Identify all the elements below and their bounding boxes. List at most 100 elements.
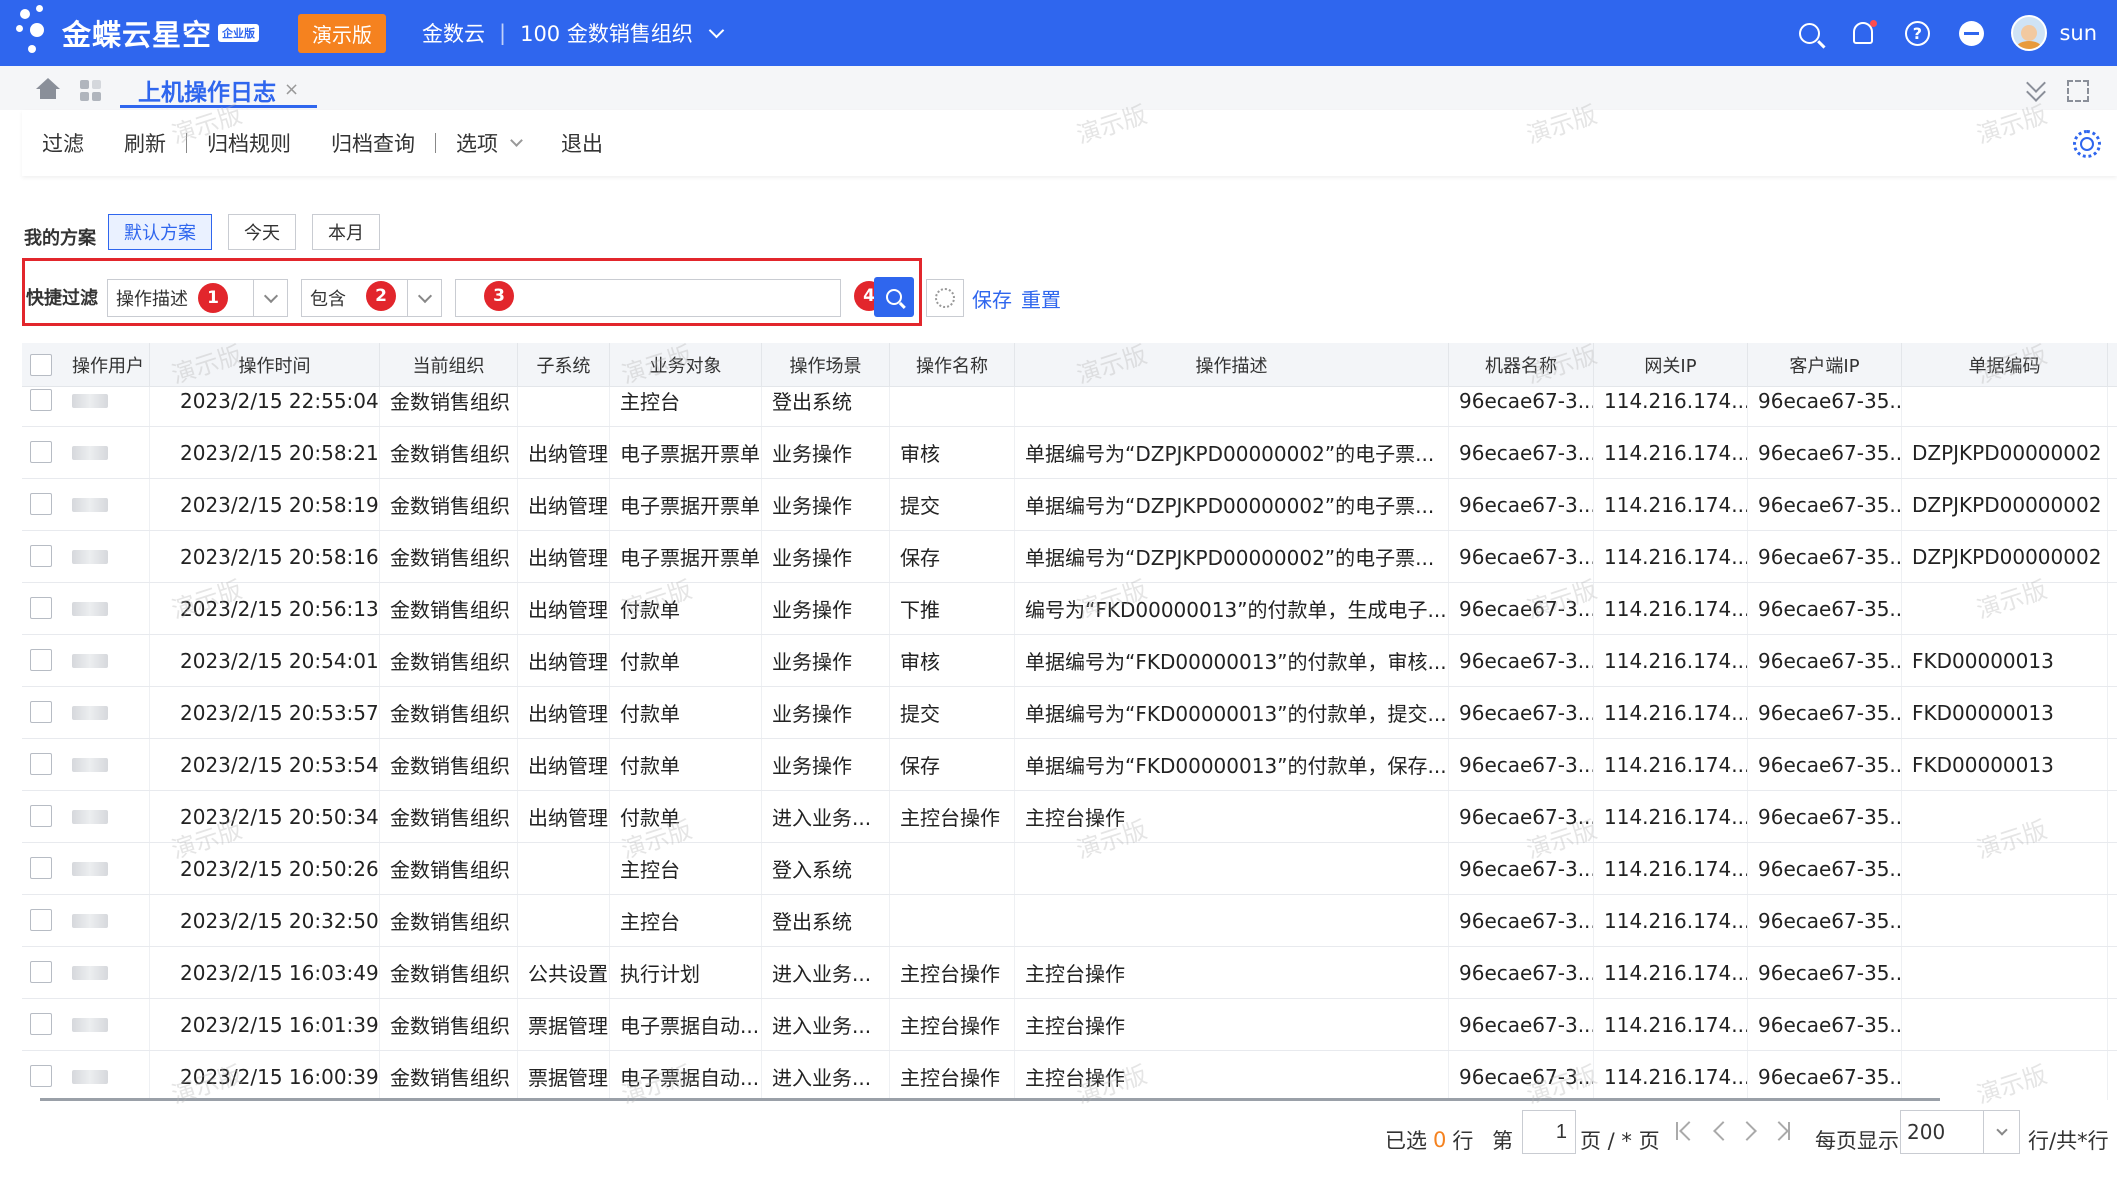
avatar[interactable] xyxy=(2011,15,2048,51)
table-row[interactable]: 2023/2/15 20:58:19 金数销售组织 出纳管理 电子票据开票单 业务操作提… xyxy=(22,479,2117,531)
chevron-down-icon xyxy=(1983,1111,2019,1153)
column-header-gateway-ip[interactable]: 网关IP xyxy=(1594,343,1748,387)
table-row[interactable]: 2023/2/15 20:53:54 金数销售组织 出纳管理 付款单 业务操作 保存 单据编… xyxy=(22,739,2117,791)
row-checkbox[interactable] xyxy=(30,1065,52,1087)
horizontal-scrollbar[interactable] xyxy=(40,1098,1940,1101)
column-header-operation-time[interactable]: 操作时间 xyxy=(170,343,380,387)
table-row[interactable]: 2023/2/15 20:32:50 金数销售组织 主控台 登出系统 96ecae67-… xyxy=(22,895,2117,947)
app-logo[interactable]: 金蝶云星空 企业版 xyxy=(16,5,286,61)
cell-operator-user xyxy=(62,1051,150,1100)
table-row[interactable]: 2023/2/15 16:00:39 金数销售组织 票据管理 电子票据自动... 进入业… xyxy=(22,1051,2117,1100)
collapse-icon[interactable] xyxy=(2025,78,2047,100)
table-row[interactable]: 2023/2/15 20:53:57 金数销售组织 出纳管理 付款单 业务操作 提交 单据编… xyxy=(22,687,2117,739)
per-page-select[interactable]: 200 xyxy=(1900,1110,2020,1154)
cell-machine-name: 96ecae67-3... xyxy=(1449,791,1594,842)
help-icon[interactable]: ? xyxy=(1903,19,1931,47)
settings-icon[interactable] xyxy=(2073,130,2101,158)
column-header-current-org[interactable]: 当前组织 xyxy=(380,343,518,387)
row-checkbox[interactable] xyxy=(30,805,52,827)
filter-settings-icon[interactable] xyxy=(926,279,964,317)
row-checkbox[interactable] xyxy=(30,597,52,619)
table-row[interactable]: 2023/2/15 20:56:13 金数销售组织 出纳管理 付款单 业务操作 下推 编号为… xyxy=(22,583,2117,635)
scheme-month-button[interactable]: 本月 xyxy=(312,214,380,250)
row-checkbox[interactable] xyxy=(30,753,52,775)
cell-subsystem: 票据管理 xyxy=(518,999,610,1050)
quick-search-button[interactable] xyxy=(874,277,914,317)
cell-gateway-ip: 114.216.174.... xyxy=(1594,895,1748,946)
cell-operation-scene: 进入业务... xyxy=(762,791,890,842)
cell-bill-number xyxy=(1902,1051,2108,1100)
cell-operation-time: 2023/2/15 20:58:21 xyxy=(170,427,380,478)
row-checkbox[interactable] xyxy=(30,545,52,567)
org-switcher[interactable]: 金数云 | 100 金数销售组织 xyxy=(422,18,725,48)
table-row[interactable]: 2023/2/15 20:50:26 金数销售组织 主控台 登入系统 96ecae67-… xyxy=(22,843,2117,895)
row-checkbox[interactable] xyxy=(30,961,52,983)
search-icon[interactable] xyxy=(1795,19,1823,47)
row-checkbox[interactable] xyxy=(30,493,52,515)
tab-operation-log[interactable]: 上机操作日志 × xyxy=(120,74,318,108)
scheme-default-button[interactable]: 默认方案 xyxy=(108,214,212,250)
column-header-machine-name[interactable]: 机器名称 xyxy=(1449,343,1594,387)
cell-bill-number: DZPJKPD00000002 xyxy=(1902,427,2108,478)
column-header-business-object[interactable]: 业务对象 xyxy=(610,343,762,387)
scheme-today-button[interactable]: 今天 xyxy=(228,214,296,250)
table-row[interactable]: 2023/2/15 16:01:39 金数销售组织 票据管理 电子票据自动... 进入业… xyxy=(22,999,2117,1051)
home-icon[interactable] xyxy=(36,78,60,100)
row-checkbox[interactable] xyxy=(30,441,52,463)
save-filter-link[interactable]: 保存 xyxy=(972,284,1012,313)
fullscreen-icon[interactable] xyxy=(2067,80,2089,102)
first-page-icon[interactable] xyxy=(1676,1122,1678,1140)
row-checkbox[interactable] xyxy=(30,649,52,671)
cell-machine-name: 96ecae67-3... xyxy=(1449,635,1594,686)
reset-filter-link[interactable]: 重置 xyxy=(1021,284,1061,313)
column-header-operation-name[interactable]: 操作名称 xyxy=(890,343,1015,387)
table-row[interactable]: 2023/2/15 16:03:49 金数销售组织 公共设置 执行计划 进入业务... 主… xyxy=(22,947,2117,999)
column-header-operator-user[interactable]: 操作用户 xyxy=(62,343,150,387)
archive-query-button[interactable]: 归档查询 xyxy=(311,128,435,158)
last-page-arrow-icon[interactable] xyxy=(1769,1121,1789,1141)
table-row[interactable]: 2023/2/15 20:54:01 金数销售组织 出纳管理 付款单 业务操作 审核 单据编… xyxy=(22,635,2117,687)
prev-page-icon[interactable] xyxy=(1713,1121,1733,1141)
apps-grid-icon[interactable] xyxy=(80,80,102,102)
cell-business-object: 主控台 xyxy=(610,387,762,426)
filter-button[interactable]: 过滤 xyxy=(22,128,104,158)
archive-rule-button[interactable]: 归档规则 xyxy=(187,128,311,158)
refresh-button[interactable]: 刷新 xyxy=(104,128,186,158)
close-icon[interactable]: × xyxy=(284,79,299,100)
table-header: 操作用户 操作时间 当前组织 子系统 业务对象 操作场景 操作名称 操作描述 机器名称 网关IP 客… xyxy=(22,343,2117,387)
cell-operation-desc xyxy=(1015,387,1449,426)
cell-client-ip: 96ecae67-35... xyxy=(1748,583,1902,634)
row-checkbox[interactable] xyxy=(30,909,52,931)
row-checkbox[interactable] xyxy=(30,857,52,879)
minus-circle-icon[interactable] xyxy=(1957,19,1985,47)
cell-operation-name: 主控台操作 xyxy=(890,947,1015,998)
column-header-operation-scene[interactable]: 操作场景 xyxy=(762,343,890,387)
logo-dots-icon xyxy=(16,5,62,61)
row-checkbox[interactable] xyxy=(30,389,52,411)
cell-client-ip: 96ecae67-35... xyxy=(1748,791,1902,842)
cell-current-org: 金数销售组织 xyxy=(380,427,518,478)
column-header-operation-desc[interactable]: 操作描述 xyxy=(1015,343,1449,387)
chevron-down-icon xyxy=(510,134,523,147)
bell-icon[interactable] xyxy=(1849,19,1878,47)
last-page-icon[interactable] xyxy=(1788,1122,1790,1140)
cell-bill-number: DZPJKPD00000002 xyxy=(1902,479,2108,530)
column-header-client-ip[interactable]: 客户端IP xyxy=(1748,343,1902,387)
row-checkbox[interactable] xyxy=(30,701,52,723)
column-header-bill-number[interactable]: 单据编码 xyxy=(1902,343,2108,387)
exit-button[interactable]: 退出 xyxy=(541,128,623,158)
quick-filter-label: 快捷过滤 xyxy=(26,288,98,309)
redacted-user xyxy=(72,809,108,824)
column-header-subsystem[interactable]: 子系统 xyxy=(518,343,610,387)
select-all-checkbox[interactable] xyxy=(30,354,52,376)
table-row[interactable]: 2023/2/15 20:58:16 金数销售组织 出纳管理 电子票据开票单 业务操作保… xyxy=(22,531,2117,583)
table-row[interactable]: 2023/2/15 20:50:34 金数销售组织 出纳管理 付款单 进入业务... 主控… xyxy=(22,791,2117,843)
table-row[interactable]: 2023/2/15 20:58:21 金数销售组织 出纳管理 电子票据开票单 业务操作审… xyxy=(22,427,2117,479)
row-checkbox[interactable] xyxy=(30,1013,52,1035)
table-row[interactable]: 2023/2/15 22:55:04 金数销售组织 主控台 登出系统 96ecae67-… xyxy=(22,387,2117,427)
next-page-icon[interactable] xyxy=(1737,1121,1757,1141)
options-button[interactable]: 选项 xyxy=(436,128,541,158)
first-page-arrow-icon[interactable] xyxy=(1679,1121,1699,1141)
username[interactable]: sun xyxy=(2059,21,2097,45)
page-number-input[interactable] xyxy=(1522,1110,1576,1154)
